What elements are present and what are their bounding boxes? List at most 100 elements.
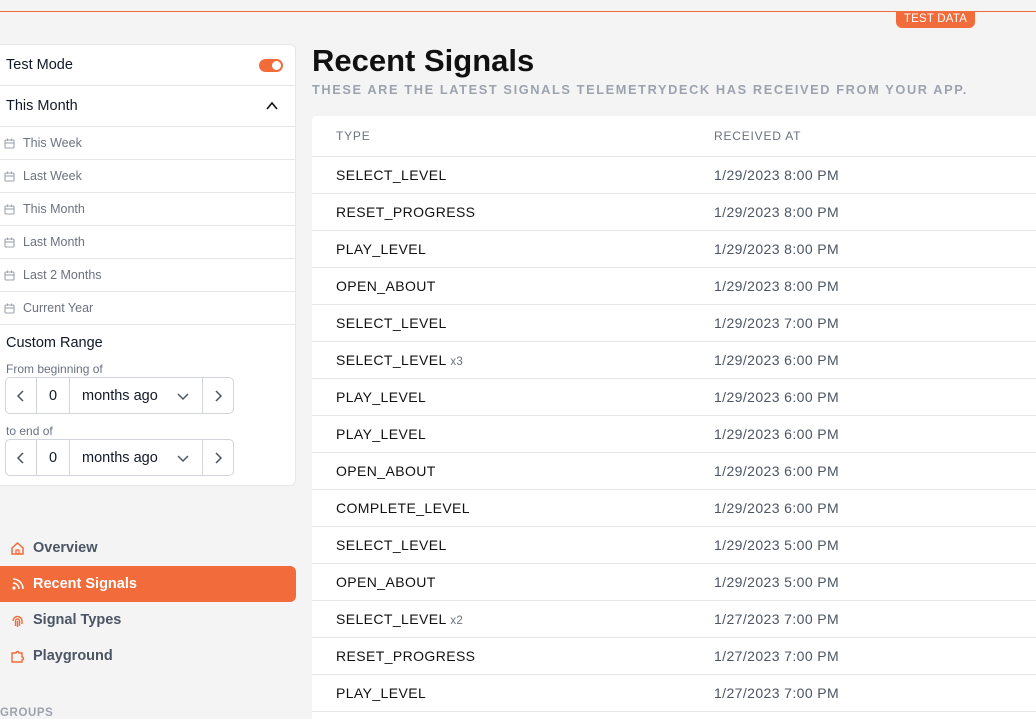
table-row[interactable]: SELECT_LEVEL 1/29/2023 5:00 PM: [312, 527, 1036, 564]
chevron-left-icon: [16, 451, 24, 464]
signal-type-label: PLAY_LEVEL: [336, 389, 427, 405]
test-mode-row: Test Mode: [0, 45, 295, 86]
to-decrement-button[interactable]: [6, 440, 36, 475]
received-at-cell: 1/29/2023 6:00 PM: [714, 352, 840, 368]
home-icon: [11, 541, 24, 555]
from-label: From beginning of: [6, 362, 103, 376]
chevron-up-icon: [266, 101, 278, 110]
range-preset-label: Current Year: [23, 301, 94, 315]
range-preset-label: Last 2 Months: [23, 268, 102, 282]
range-preset-item[interactable]: Last Week: [0, 160, 295, 193]
table-row[interactable]: COMPLETE_LEVEL 1/29/2023 6:00 PM: [312, 490, 1036, 527]
signal-type-label: OPEN_ABOUT: [336, 574, 436, 590]
groups-heading: GROUPS: [0, 707, 54, 719]
signal-type-label: SELECT_LEVEL: [336, 315, 447, 331]
signal-count-label: x2: [450, 615, 463, 627]
table-row[interactable]: OPEN_ABOUT 1/29/2023 5:00 PM: [312, 564, 1036, 601]
chevron-left-icon: [16, 389, 24, 402]
column-header-type: TYPE: [336, 129, 371, 143]
received-at-cell: 1/29/2023 6:00 PM: [714, 463, 840, 479]
page-title: Recent Signals: [312, 43, 535, 78]
sidebar-item-signal-types[interactable]: Signal Types: [0, 602, 296, 638]
table-row[interactable]: PLAY_LEVEL 1/29/2023 6:00 PM: [312, 416, 1036, 453]
to-unit-label: months ago: [82, 449, 158, 466]
signal-type-label: PLAY_LEVEL: [336, 426, 427, 442]
received-at-cell: 1/29/2023 5:00 PM: [714, 537, 840, 553]
signal-type-cell: SELECT_LEVEL: [336, 315, 447, 331]
from-decrement-button[interactable]: [6, 378, 36, 413]
table-row[interactable]: RESET_PROGRESS 1/27/2023 7:00 PM: [312, 638, 1036, 675]
table-row[interactable]: OPEN_ABOUT 1/29/2023 6:00 PM: [312, 453, 1036, 490]
signal-type-cell: RESET_PROGRESS: [336, 648, 475, 664]
received-at-cell: 1/29/2023 8:00 PM: [714, 241, 840, 257]
table-row[interactable]: SELECT_LEVEL x2 1/27/2023 7:00 PM: [312, 601, 1036, 638]
received-at-cell: 1/27/2023 7:00 PM: [714, 685, 840, 701]
range-preset-label: This Week: [23, 136, 82, 150]
signal-icon: [12, 577, 24, 590]
calendar-icon: [4, 270, 15, 281]
range-preset-label: This Month: [23, 202, 85, 216]
range-preset-item[interactable]: Last Month: [0, 226, 295, 259]
signals-table: TYPE RECEIVED AT SELECT_LEVEL 1/29/2023 8…: [312, 116, 1036, 719]
sidebar-item-overview[interactable]: Overview: [0, 530, 296, 566]
received-at-cell: 1/29/2023 5:00 PM: [714, 574, 840, 590]
to-unit-select[interactable]: months ago: [70, 440, 203, 475]
signal-type-cell: SELECT_LEVEL x2: [336, 611, 463, 627]
received-at-cell: 1/29/2023 6:00 PM: [714, 389, 840, 405]
range-preset-item[interactable]: This Week: [0, 127, 295, 160]
filter-panel: Test Mode This Month This Week Last Week T…: [0, 44, 296, 486]
signal-type-label: COMPLETE_LEVEL: [336, 500, 470, 516]
test-data-badge: TEST DATA: [896, 12, 975, 28]
received-at-cell: 1/29/2023 8:00 PM: [714, 167, 840, 183]
sidebar-item-label: Recent Signals: [33, 576, 137, 592]
received-at-cell: 1/29/2023 6:00 PM: [714, 500, 840, 516]
signal-type-label: PLAY_LEVEL: [336, 241, 427, 257]
signal-type-label: SELECT_LEVEL: [336, 352, 447, 368]
range-dropdown[interactable]: This Month: [0, 86, 295, 127]
chevron-down-icon: [177, 455, 189, 463]
table-row[interactable]: PLAY_LEVEL 1/29/2023 8:00 PM: [312, 231, 1036, 268]
sidebar-item-label: Signal Types: [33, 612, 122, 628]
signal-type-cell: SELECT_LEVEL x3: [336, 352, 463, 368]
received-at-cell: 1/27/2023 7:00 PM: [714, 611, 840, 627]
from-increment-button[interactable]: [203, 378, 233, 413]
received-at-cell: 1/27/2023 7:00 PM: [714, 648, 840, 664]
received-at-cell: 1/29/2023 7:00 PM: [714, 315, 840, 331]
from-stepper: 0 months ago: [5, 377, 234, 414]
chevron-down-icon: [177, 393, 189, 401]
signal-type-cell: PLAY_LEVEL: [336, 241, 426, 257]
table-row[interactable]: OPEN_ABOUT 1/29/2023 8:00 PM: [312, 268, 1036, 305]
test-mode-toggle[interactable]: [259, 59, 283, 72]
table-row[interactable]: SELECT_LEVEL x3 1/29/2023 6:00 PM: [312, 342, 1036, 379]
received-at-cell: 1/29/2023 8:00 PM: [714, 204, 840, 220]
fingerprint-icon: [12, 615, 23, 627]
to-stepper: 0 months ago: [5, 439, 234, 476]
range-preset-item[interactable]: This Month: [0, 193, 295, 226]
table-row[interactable]: PLAY_LEVEL 1/27/2023 7:00 PM: [312, 675, 1036, 712]
signal-type-label: RESET_PROGRESS: [336, 204, 476, 220]
table-row[interactable]: SELECT_LEVEL 1/29/2023 7:00 PM: [312, 305, 1036, 342]
range-preset-item[interactable]: Current Year: [0, 292, 295, 325]
sidebar-item-playground[interactable]: Playground: [0, 638, 296, 674]
table-row[interactable]: SELECT_LEVEL 1/29/2023 8:00 PM: [312, 157, 1036, 194]
table-row[interactable]: PLAY_LEVEL 1/29/2023 6:00 PM: [312, 379, 1036, 416]
to-increment-button[interactable]: [203, 440, 233, 475]
chevron-right-icon: [215, 389, 223, 402]
range-preset-item[interactable]: Last 2 Months: [0, 259, 295, 292]
signal-type-cell: OPEN_ABOUT: [336, 574, 436, 590]
from-value-input[interactable]: 0: [36, 378, 70, 413]
calendar-icon: [4, 204, 15, 215]
sidebar-item-recent-signals[interactable]: Recent Signals: [0, 566, 296, 602]
signal-type-cell: OPEN_ABOUT: [336, 463, 436, 479]
table-row[interactable]: RESET_PROGRESS 1/29/2023 8:00 PM: [312, 194, 1036, 231]
signal-type-cell: PLAY_LEVEL: [336, 389, 426, 405]
signal-type-cell: RESET_PROGRESS: [336, 204, 475, 220]
range-preset-label: Last Month: [23, 235, 85, 249]
calendar-icon: [4, 138, 15, 149]
to-value-input[interactable]: 0: [36, 440, 70, 475]
calendar-icon: [4, 171, 15, 182]
test-mode-label: Test Mode: [6, 57, 73, 73]
signal-type-label: PLAY_LEVEL: [336, 685, 427, 701]
from-unit-select[interactable]: months ago: [70, 378, 203, 413]
to-label: to end of: [6, 424, 53, 438]
